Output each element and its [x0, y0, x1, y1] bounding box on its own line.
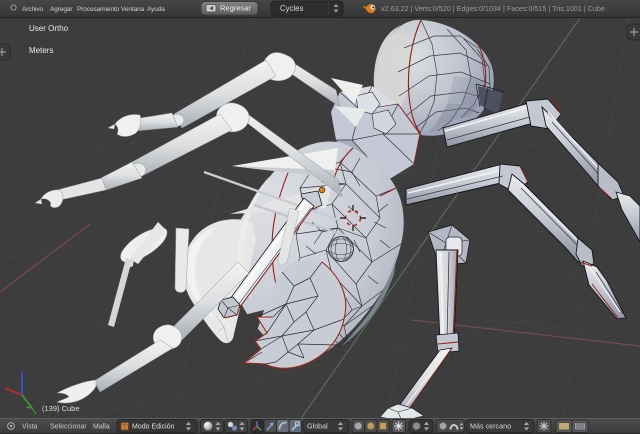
svg-text:Ventana: Ventana — [121, 6, 145, 13]
svg-text:Cycles: Cycles — [280, 4, 303, 13]
svg-text:Seleccionar: Seleccionar — [50, 424, 87, 431]
svg-text:Ayuda: Ayuda — [147, 6, 165, 13]
svg-text:Más cercano: Más cercano — [470, 422, 511, 431]
svg-text:Global: Global — [307, 422, 328, 431]
svg-text:User Ortho: User Ortho — [29, 24, 69, 33]
svg-text:Archivo: Archivo — [22, 6, 43, 13]
svg-text:Procesamiento: Procesamiento — [77, 6, 120, 13]
svg-text:Vista: Vista — [22, 424, 38, 431]
svg-text:Agregar: Agregar — [50, 6, 73, 13]
svg-text:Regresar: Regresar — [220, 4, 251, 13]
svg-text:(139) Cube: (139) Cube — [42, 404, 80, 413]
svg-text:Malla: Malla — [93, 424, 110, 431]
svg-text:Modo Edición: Modo Edición — [132, 424, 175, 431]
svg-text:v2.63.22 | Verts:0/520 | Edges: v2.63.22 | Verts:0/520 | Edges:0/1034 | … — [381, 4, 605, 13]
svg-text:Meters: Meters — [29, 46, 53, 55]
